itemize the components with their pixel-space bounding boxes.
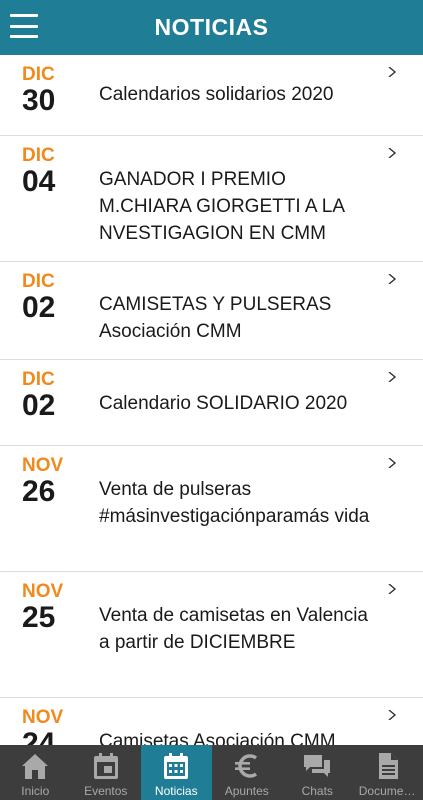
news-date: DIC 02 xyxy=(22,369,82,421)
chevron-right-icon xyxy=(388,274,397,284)
chevron-right-icon xyxy=(388,67,397,77)
news-date: DIC 02 xyxy=(22,271,82,323)
news-month: NOV xyxy=(22,707,64,728)
news-date: NOV 26 xyxy=(22,455,82,507)
tab-inicio[interactable]: Inicio xyxy=(0,745,71,800)
news-month: DIC xyxy=(22,271,55,292)
news-item[interactable]: DIC 04 GANADOR I PREMIO M.CHIARA GIORGET… xyxy=(0,136,423,262)
page-title: NOTICIAS xyxy=(154,14,269,40)
news-date: NOV 25 xyxy=(22,581,82,633)
news-title: Camisetas Asociación CMM xyxy=(99,731,336,745)
news-month: DIC xyxy=(22,64,55,85)
news-day: 25 xyxy=(22,601,56,634)
news-title: CAMISETAS Y PULSERAS Asociación CMM xyxy=(99,294,332,342)
home-icon xyxy=(22,754,49,779)
calendar-grid-icon xyxy=(164,753,189,779)
news-date: NOV 24 xyxy=(22,707,82,745)
news-date: DIC 30 xyxy=(22,64,82,116)
news-month: NOV xyxy=(22,455,64,476)
news-item[interactable]: NOV 24 Camisetas Asociación CMM xyxy=(0,698,423,745)
news-month: NOV xyxy=(22,581,64,602)
chevron-right-icon xyxy=(388,710,397,720)
news-date: DIC 04 xyxy=(22,145,82,197)
tab-documentos[interactable]: Documentos xyxy=(353,745,423,800)
tab-label: Inicio xyxy=(21,784,50,798)
news-item[interactable]: DIC 02 Calendario SOLIDARIO 2020 xyxy=(0,360,423,446)
news-day: 26 xyxy=(22,475,56,508)
news-day: 24 xyxy=(22,727,56,746)
tab-apuntes[interactable]: Apuntes xyxy=(212,745,283,800)
news-day: 04 xyxy=(22,165,56,198)
tab-label: Documentos xyxy=(358,784,417,798)
news-day: 30 xyxy=(22,84,56,117)
chevron-right-icon xyxy=(388,584,397,594)
news-month: DIC xyxy=(22,369,55,390)
news-title: Venta de camisetas en Valencia a partir … xyxy=(99,605,368,653)
news-item[interactable]: DIC 02 CAMISETAS Y PULSERAS Asociación C… xyxy=(0,262,423,360)
news-title: Venta de pulseras #másinvestigaciónparam… xyxy=(99,479,370,527)
news-title: GANADOR I PREMIO M.CHIARA GIORGETTI A LA… xyxy=(99,169,344,244)
tab-eventos[interactable]: Eventos xyxy=(71,745,142,800)
tab-label: Apuntes xyxy=(224,784,269,798)
tab-label: Noticias xyxy=(154,784,198,798)
news-item[interactable]: NOV 26 Venta de pulseras #másinvestigaci… xyxy=(0,446,423,572)
news-title: Calendarios solidarios 2020 xyxy=(99,84,334,105)
chevron-right-icon xyxy=(388,148,397,158)
document-icon xyxy=(378,753,398,779)
chevron-right-icon xyxy=(388,458,397,468)
euro-icon xyxy=(234,754,257,778)
news-list[interactable]: DIC 30 Calendarios solidarios 2020 DIC 0… xyxy=(0,55,423,745)
chevron-right-icon xyxy=(388,372,397,382)
app-header: NOTICIAS xyxy=(0,0,423,55)
chat-icon xyxy=(304,755,331,777)
news-day: 02 xyxy=(22,389,56,422)
tab-chats[interactable]: Chats xyxy=(282,745,353,800)
tab-noticias[interactable]: Noticias xyxy=(141,745,212,800)
tab-label: Eventos xyxy=(84,784,128,798)
news-item[interactable]: NOV 25 Venta de camisetas en Valencia a … xyxy=(0,572,423,698)
news-title: Calendario SOLIDARIO 2020 xyxy=(99,393,348,414)
calendar-icon xyxy=(93,753,118,779)
bottom-tab-bar: Inicio Eventos Noticias Apuntes Chats Do… xyxy=(0,745,423,800)
tab-label: Chats xyxy=(301,784,333,798)
news-item[interactable]: DIC 30 Calendarios solidarios 2020 xyxy=(0,55,423,136)
news-day: 02 xyxy=(22,291,56,324)
news-month: DIC xyxy=(22,145,55,166)
